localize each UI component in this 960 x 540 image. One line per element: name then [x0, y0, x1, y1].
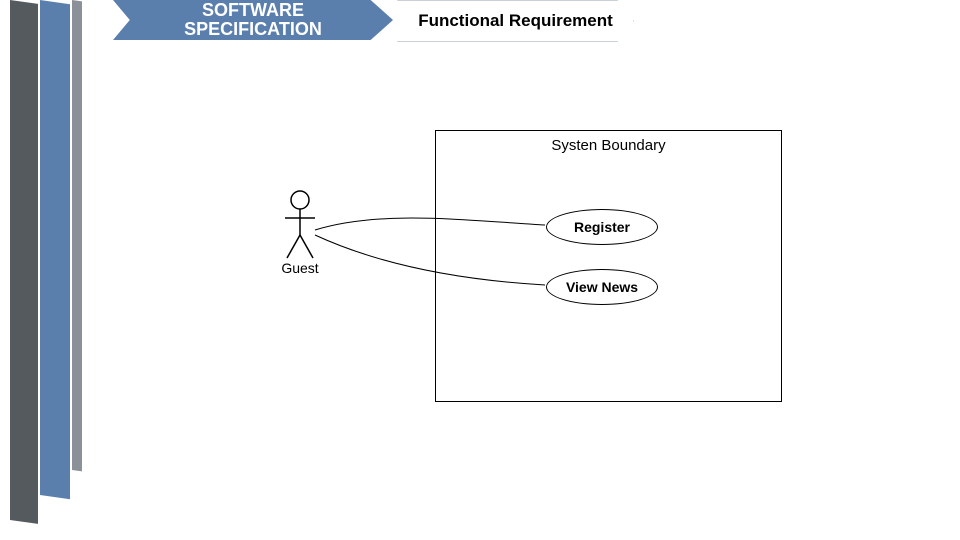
system-boundary-label: Systen Boundary	[436, 137, 781, 154]
use-case-diagram: Guest Systen Boundary Register View News	[260, 130, 790, 410]
usecase-view-news-label: View News	[566, 279, 638, 295]
breadcrumb-label-2: Functional Requirement	[418, 12, 613, 30]
breadcrumb-item-software-spec: SOFTWARE SPECIFICATION	[113, 0, 393, 40]
system-boundary: Systen Boundary Register View News	[435, 130, 782, 402]
usecase-register: Register	[546, 209, 658, 245]
decor-stripe-blue	[40, 0, 70, 499]
usecase-view-news: View News	[546, 269, 658, 305]
actor-icon	[280, 190, 320, 260]
breadcrumb-item-functional-req: Functional Requirement	[397, 0, 634, 42]
decor-stripe-dark	[10, 0, 38, 524]
usecase-register-label: Register	[574, 219, 630, 235]
slide-stage: SOFTWARE SPECIFICATION Functional Requir…	[0, 0, 960, 540]
actor-label: Guest	[260, 260, 340, 276]
breadcrumb-label-1: SOFTWARE SPECIFICATION	[184, 1, 322, 39]
actor-guest: Guest	[260, 190, 340, 276]
decor-stripe-grey	[72, 0, 82, 471]
